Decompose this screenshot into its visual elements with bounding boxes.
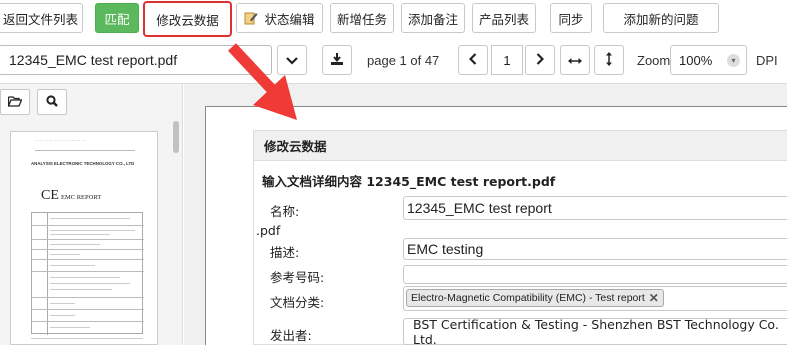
issuer-value: BST Certification & Testing - Shenzhen B… xyxy=(413,316,779,345)
caret-down-icon: ▾ xyxy=(727,54,740,67)
add-issue-label: 添加新的问题 xyxy=(623,11,699,27)
name-label: 名称: xyxy=(270,204,300,219)
fit-height-button[interactable] xyxy=(594,45,624,75)
page-info: page 1 of 47 xyxy=(367,53,440,68)
zoom-select[interactable]: 100% ▾ xyxy=(670,45,747,75)
name-input[interactable]: 12345_EMC test report xyxy=(403,196,787,220)
horizontal-arrows-icon xyxy=(568,53,582,68)
edit-cloud-data-button[interactable]: 修改云数据 xyxy=(143,1,232,37)
file-name-value: 12345_EMC test report.pdf xyxy=(9,52,178,68)
dialog-title: 修改云数据 xyxy=(254,131,787,161)
add-issue-button[interactable]: 添加新的问题 xyxy=(603,3,719,33)
back-to-file-list-button[interactable]: 返回文件列表 xyxy=(0,3,83,33)
search-icon xyxy=(46,94,58,110)
reference-number-input[interactable] xyxy=(403,265,787,284)
match-button[interactable]: 匹配 xyxy=(95,3,139,33)
ce-mark: CE xyxy=(41,188,59,203)
category-label: 文档分类: xyxy=(270,295,325,310)
edit-cloud-data-label: 修改云数据 xyxy=(156,12,219,28)
product-list-label: 产品列表 xyxy=(478,11,529,27)
page-thumbnail[interactable]: · · · · · · · · · · · · · · · · · · · · … xyxy=(10,131,158,345)
vertical-arrows-icon xyxy=(605,51,613,69)
page-number-input[interactable]: 1 xyxy=(491,45,523,75)
chevron-right-icon xyxy=(536,52,545,68)
search-button[interactable] xyxy=(37,89,67,115)
description-label: 描述: xyxy=(270,245,300,260)
download-icon xyxy=(331,52,343,68)
toolbar: 返回文件列表 匹配 修改云数据 状态编辑 新增任务 添加备注 产品列表 同步 添… xyxy=(0,0,787,37)
sync-label: 同步 xyxy=(558,11,584,27)
thumb-header-text: · · · · · · · · · · · · · · · · · · · · … xyxy=(35,138,86,143)
thumbnail-scrollbar[interactable] xyxy=(173,121,179,153)
add-note-button[interactable]: 添加备注 xyxy=(401,3,465,33)
previous-page-button[interactable] xyxy=(458,45,488,75)
download-button[interactable] xyxy=(322,45,352,75)
zoom-label: Zoom xyxy=(637,53,671,68)
file-dropdown-button[interactable] xyxy=(277,45,307,75)
chevron-left-icon xyxy=(468,52,477,68)
edit-pencil-icon xyxy=(244,11,258,25)
thumb-info-table xyxy=(31,212,144,335)
issuer-label: 发出者: xyxy=(270,328,312,343)
add-note-label: 添加备注 xyxy=(407,11,458,27)
product-list-button[interactable]: 产品列表 xyxy=(472,3,536,33)
file-select[interactable]: 12345_EMC test report.pdf xyxy=(0,45,272,75)
status-edit-label: 状态编辑 xyxy=(264,11,315,27)
open-folder-button[interactable] xyxy=(0,89,30,115)
description-input[interactable]: EMC testing xyxy=(403,238,787,260)
match-label: 匹配 xyxy=(104,11,130,27)
folder-open-icon xyxy=(7,95,23,110)
dialog-subtitle: 输入文档详细内容 12345_EMC test report.pdf xyxy=(262,174,556,189)
status-edit-button[interactable]: 状态编辑 xyxy=(236,3,323,33)
chevron-down-icon xyxy=(286,53,298,68)
thumb-company: ANALYSIS ELECTRONIC TECHNOLOGY CO., LTD xyxy=(31,161,135,166)
sync-button[interactable]: 同步 xyxy=(550,3,592,33)
new-task-button[interactable]: 新增任务 xyxy=(330,3,394,33)
description-value: EMC testing xyxy=(407,241,484,257)
name-value: 12345_EMC test report xyxy=(407,200,552,216)
category-tag[interactable]: Electro-Magnetic Compatibility (EMC) - T… xyxy=(406,289,664,307)
close-icon[interactable]: ✕ xyxy=(649,291,659,305)
name-extension: .pdf xyxy=(256,223,281,238)
dpi-label: DPI xyxy=(756,53,778,68)
issuer-input[interactable]: BST Certification & Testing - Shenzhen B… xyxy=(403,316,787,345)
fit-width-button[interactable] xyxy=(560,45,590,75)
back-to-file-list-label: 返回文件列表 xyxy=(2,11,78,27)
zoom-value: 100% xyxy=(679,52,713,68)
reference-number-label: 参考号码: xyxy=(270,270,325,285)
thumb-report-title: EMC REPORT xyxy=(61,194,102,201)
new-task-label: 新增任务 xyxy=(336,11,387,27)
next-page-button[interactable] xyxy=(525,45,555,75)
category-tag-label: Electro-Magnetic Compatibility (EMC) - T… xyxy=(411,292,645,304)
